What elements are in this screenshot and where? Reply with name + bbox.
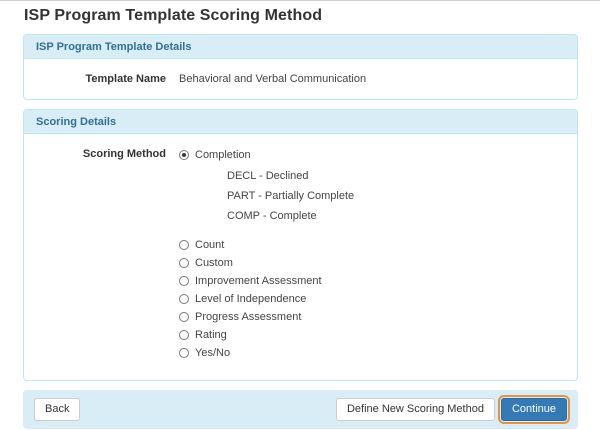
scoring-details-heading: Scoring Details: [24, 110, 577, 134]
scoring-method-options: Completion DECL - Declined PART - Partia…: [179, 147, 354, 362]
template-name-row: Template Name Behavioral and Verbal Comm…: [36, 72, 565, 85]
radio-option-level-of-independence[interactable]: Level of Independence: [179, 290, 354, 308]
radio-option-yes-no[interactable]: Yes/No: [179, 344, 354, 362]
scoring-details-panel: Scoring Details Scoring Method Completio…: [23, 109, 578, 381]
radio-option-label: Improvement Assessment: [195, 275, 322, 287]
scoring-method-label: Scoring Method: [82, 148, 166, 160]
radio-option-label: Count: [195, 239, 225, 251]
scoring-method-row: Scoring Method Completion DECL - Decline…: [36, 147, 565, 362]
radio-icon[interactable]: [179, 348, 189, 358]
completion-value: PART - Partially Complete: [227, 190, 355, 202]
back-button[interactable]: Back: [34, 398, 81, 421]
radio-option-label: Yes/No: [195, 347, 231, 359]
action-bar: Back Define New Scoring Method Continue: [23, 390, 578, 429]
radio-option-label: Rating: [195, 329, 227, 341]
radio-option-custom[interactable]: Custom: [179, 254, 354, 272]
radio-option-label: Custom: [195, 257, 233, 269]
radio-option-completion[interactable]: Completion: [179, 147, 354, 163]
radio-option-progress-assessment[interactable]: Progress Assessment: [179, 308, 354, 326]
scoring-details-body: Scoring Method Completion DECL - Decline…: [24, 134, 577, 380]
page: ISP Program Template Scoring Method ISP …: [0, 1, 600, 429]
template-details-heading: ISP Program Template Details: [24, 35, 577, 59]
radio-icon[interactable]: [179, 240, 189, 250]
template-details-panel: ISP Program Template Details Template Na…: [23, 34, 578, 100]
completion-value: DECL - Declined: [227, 170, 309, 182]
radio-option-label: Completion: [195, 149, 251, 161]
radio-option-improvement-assessment[interactable]: Improvement Assessment: [179, 272, 354, 290]
template-name-value: Behavioral and Verbal Communication: [179, 73, 367, 85]
radio-icon[interactable]: [179, 294, 189, 304]
continue-button[interactable]: Continue: [497, 395, 571, 424]
other-options-list: Count Custom Improvement Assessment Leve…: [179, 236, 354, 362]
radio-icon[interactable]: [179, 330, 189, 340]
completion-value-list: DECL - Declined PART - Partially Complet…: [179, 166, 354, 226]
action-bar-right: Define New Scoring Method Continue: [335, 395, 571, 424]
radio-icon[interactable]: [179, 312, 189, 322]
radio-selected-icon[interactable]: [179, 150, 189, 160]
radio-option-rating[interactable]: Rating: [179, 326, 354, 344]
radio-option-count[interactable]: Count: [179, 236, 354, 254]
radio-option-label: Progress Assessment: [195, 311, 302, 323]
completion-value: COMP - Complete: [227, 210, 317, 222]
radio-icon[interactable]: [179, 258, 189, 268]
define-new-scoring-method-button[interactable]: Define New Scoring Method: [335, 398, 495, 421]
page-title: ISP Program Template Scoring Method: [24, 7, 323, 24]
radio-option-label: Level of Independence: [195, 293, 307, 305]
template-name-label: Template Name: [85, 73, 167, 85]
radio-icon[interactable]: [179, 276, 189, 286]
template-details-body: Template Name Behavioral and Verbal Comm…: [24, 59, 577, 99]
